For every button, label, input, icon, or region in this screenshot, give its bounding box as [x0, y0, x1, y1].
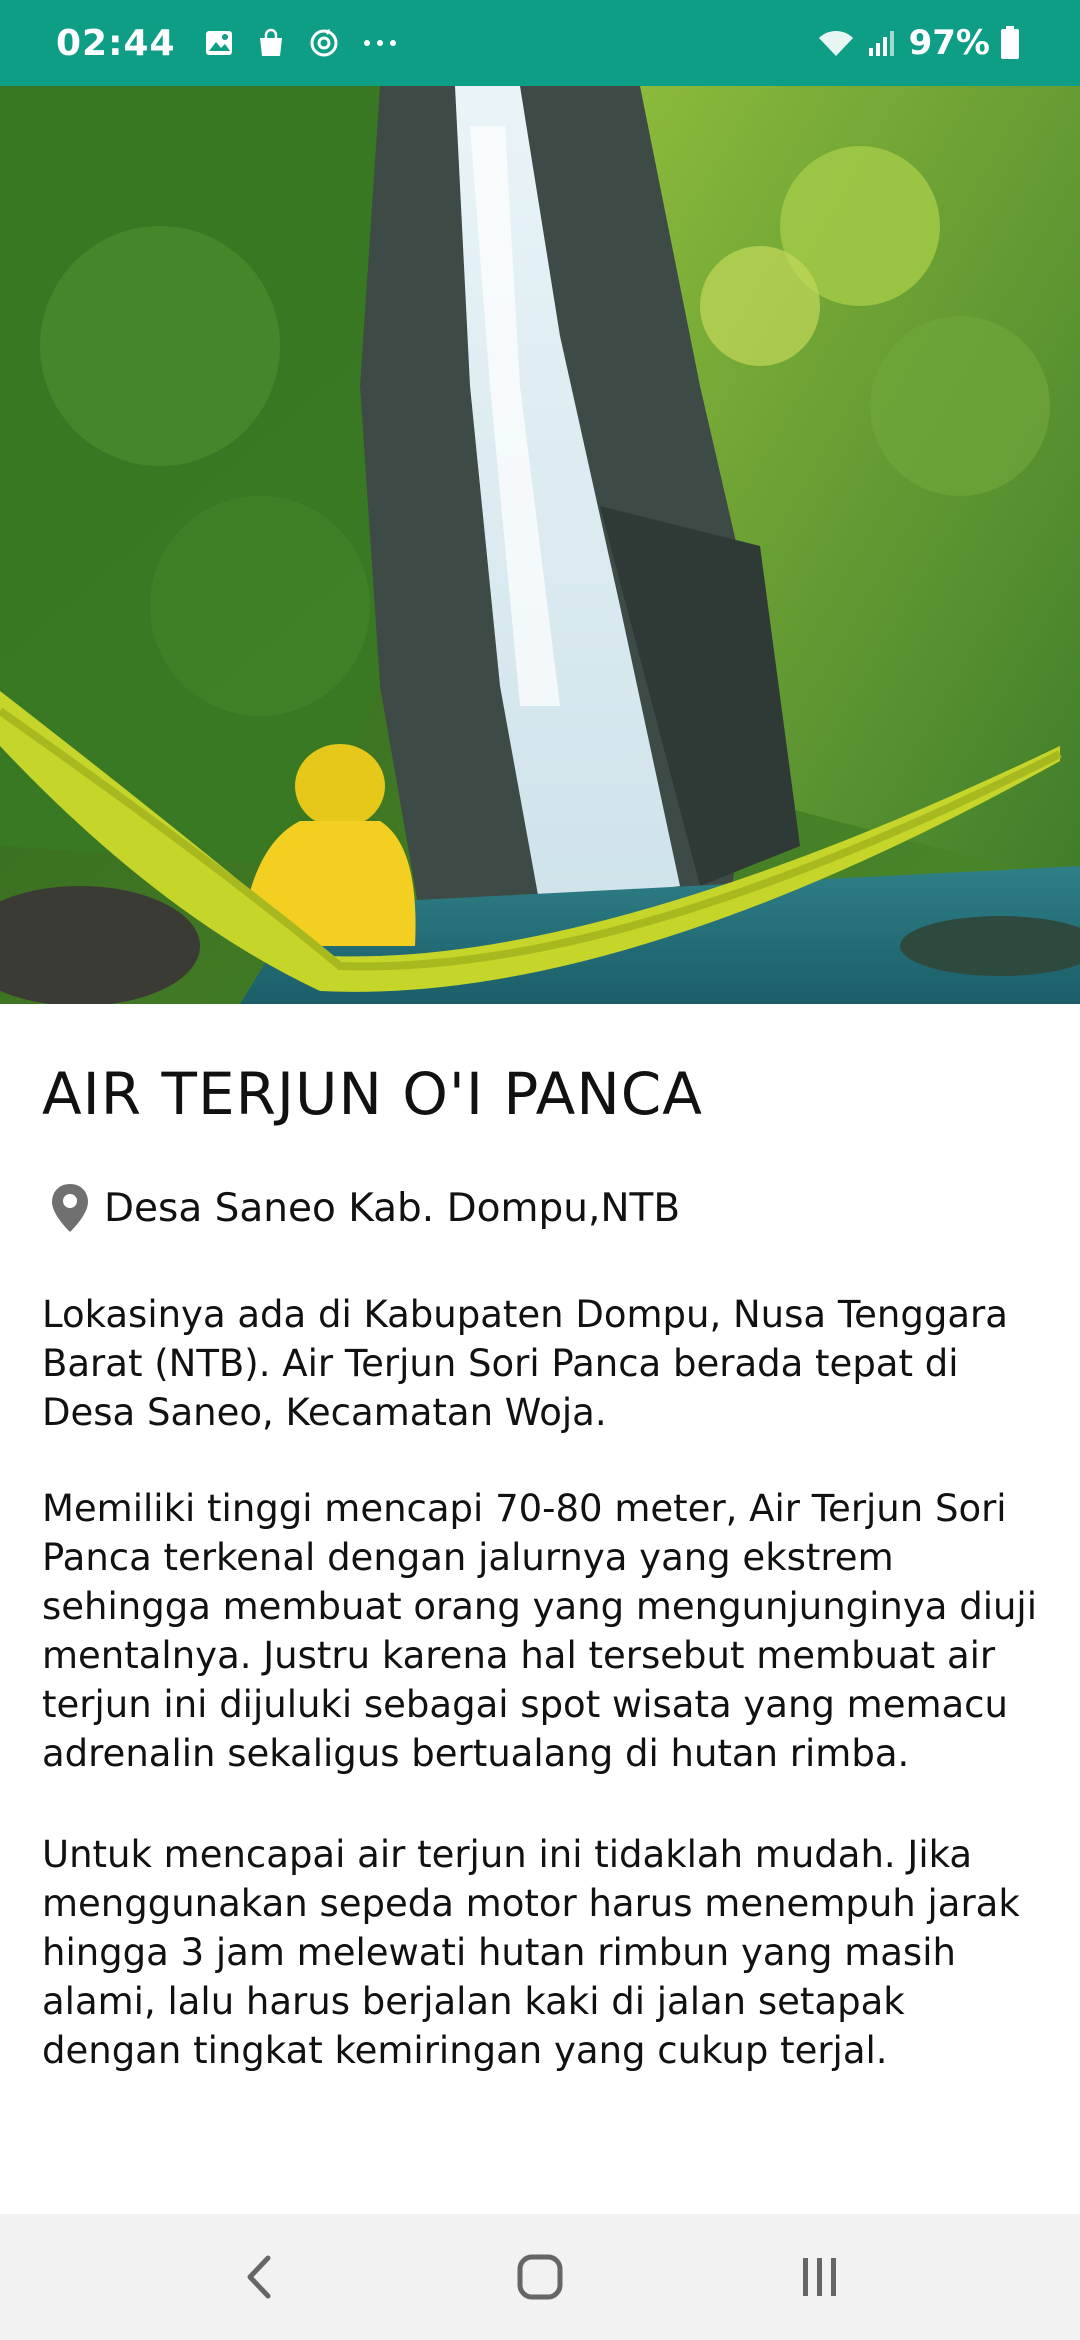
sync-icon: [308, 27, 340, 59]
battery-icon: [1000, 26, 1020, 60]
wifi-icon: [817, 28, 855, 58]
paragraph-3: Untuk mencapai air terjun ini tidaklah m…: [42, 1833, 1020, 2072]
home-button[interactable]: [480, 2227, 600, 2327]
location-pin-icon: [50, 1182, 90, 1234]
back-chevron-icon: [247, 2255, 271, 2299]
shopping-bag-icon: [256, 28, 286, 58]
recents-button[interactable]: [760, 2227, 880, 2327]
paragraph-2: Memiliki tinggi mencapi 70-80 meter, Air…: [42, 1487, 1037, 1775]
more-dots-icon: [362, 38, 398, 48]
location-text: Desa Saneo Kab. Dompu,NTB: [104, 1185, 681, 1231]
paragraph-1: Lokasinya ada di Kabupaten Dompu, Nusa T…: [42, 1293, 1008, 1434]
battery-percent: 97%: [908, 23, 990, 63]
home-icon: [517, 2254, 563, 2300]
article-title: AIR TERJUN O'I PANCA: [42, 1060, 703, 1128]
gallery-icon: [204, 28, 234, 58]
back-button[interactable]: [200, 2227, 320, 2327]
navigation-bar: [0, 2214, 1080, 2340]
status-time: 02:44: [56, 22, 176, 64]
hero-image: [0, 86, 1080, 1004]
location-row: Desa Saneo Kab. Dompu,NTB: [50, 1182, 680, 1234]
status-bar: 02:44 97%: [0, 0, 1080, 86]
signal-icon: [867, 28, 897, 58]
recents-icon: [803, 2258, 836, 2296]
waterfall-photo: [0, 86, 1080, 1004]
article-content: AIR TERJUN O'I PANCA Desa Saneo Kab. Dom…: [0, 1004, 1080, 2214]
